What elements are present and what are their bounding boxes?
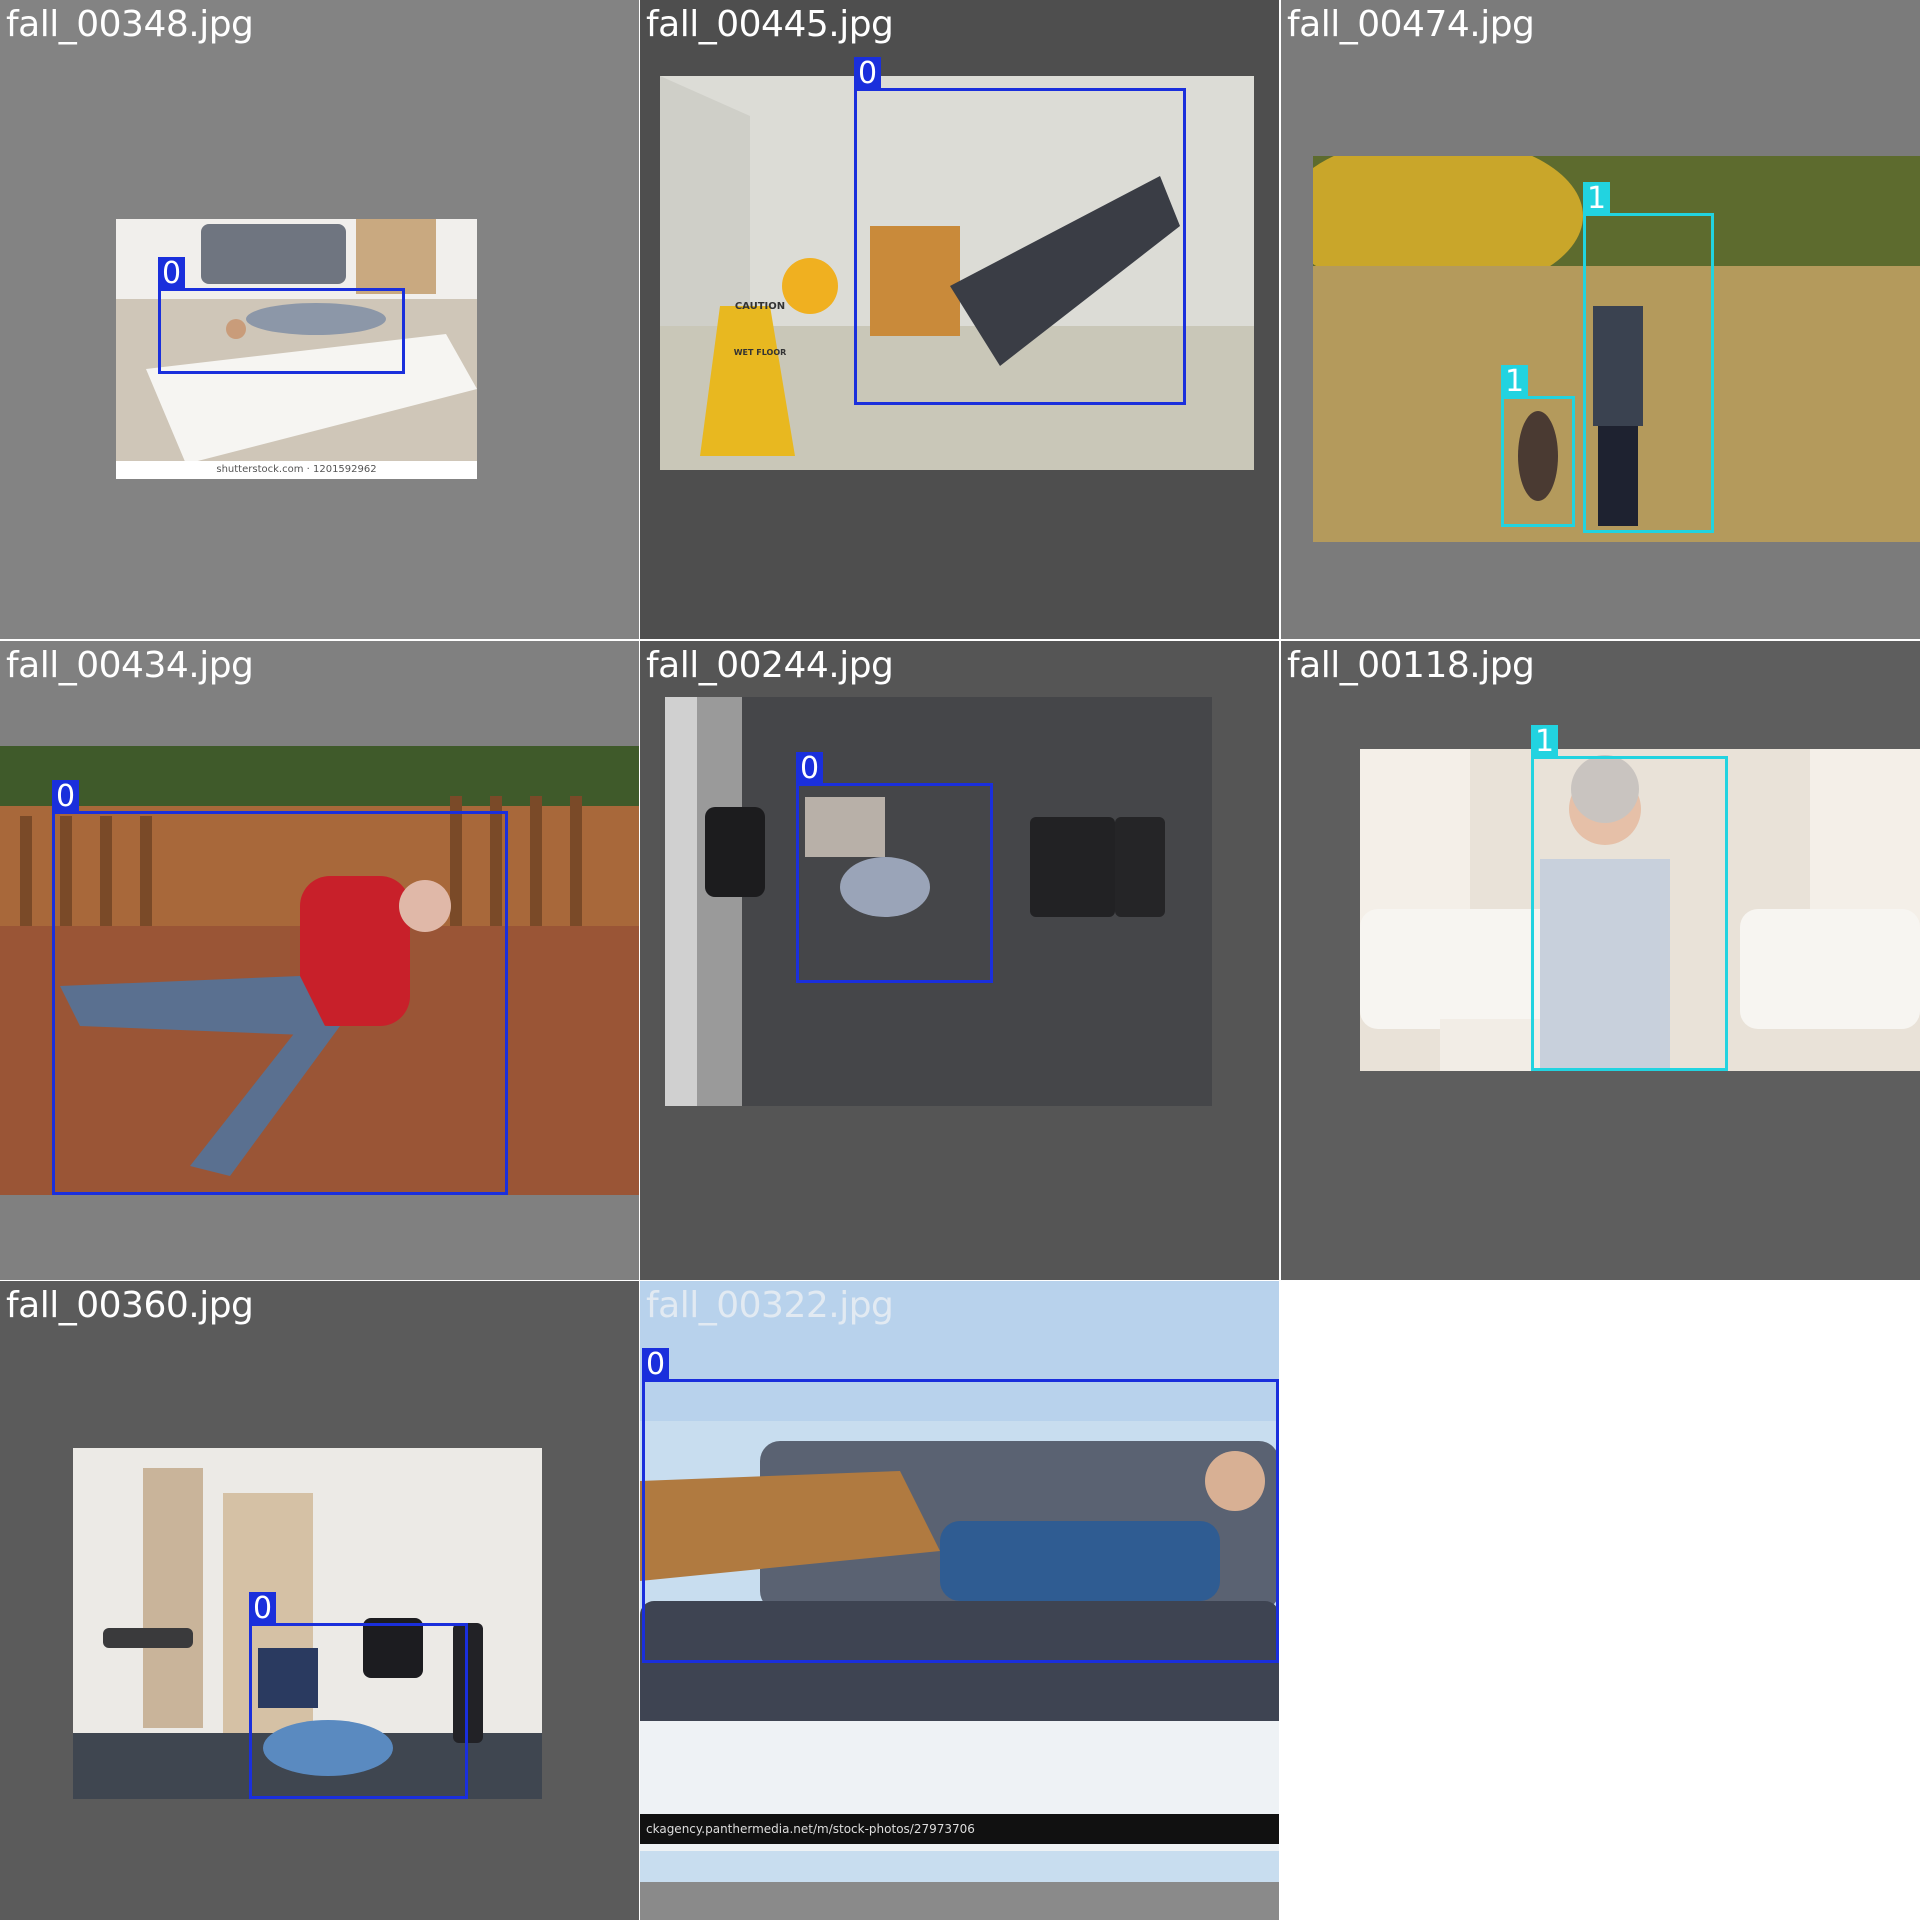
detection-box: 0 (158, 257, 405, 374)
mosaic-tile: shutterstock.com · 1201592962 0 fall_003… (0, 0, 639, 639)
mosaic-tile: 1 1 fall_00474.jpg (1281, 0, 1920, 639)
detection-box: 0 (642, 1348, 1279, 1663)
detection-box: 0 (854, 57, 1186, 405)
photo-caption: shutterstock.com · 1201592962 (116, 461, 477, 479)
empty-tile (1281, 1281, 1920, 1920)
detection-class-label: 0 (52, 780, 80, 814)
detection-class-label: 0 (796, 752, 824, 786)
detection-box: 1 (1583, 182, 1714, 533)
detection-class-label: 0 (249, 1592, 277, 1626)
detection-box: 1 (1531, 725, 1728, 1071)
wet-floor-sign-text: CAUTION WET FLOOR (733, 301, 787, 357)
tile-filename: fall_00474.jpg (1287, 4, 1535, 45)
detection-class-label: 0 (642, 1348, 670, 1382)
mosaic-tile: 1 fall_00118.jpg (1281, 641, 1920, 1280)
detection-class-label: 1 (1583, 182, 1611, 216)
mosaic-tile: CAUTION WET FLOOR 0 fall_00445.jpg (640, 0, 1279, 639)
mosaic-tile: 0 fall_00434.jpg (0, 641, 639, 1280)
tile-filename: fall_00445.jpg (646, 4, 894, 45)
tile-filename: fall_00348.jpg (6, 4, 254, 45)
detection-class-label: 1 (1531, 725, 1559, 759)
detection-box: 0 (796, 752, 993, 983)
mosaic-tile: 0 fall_00244.jpg (640, 641, 1279, 1280)
tile-filename: fall_00434.jpg (6, 645, 254, 686)
tile-filename: fall_00322.jpg (646, 1285, 894, 1326)
tile-filename: fall_00118.jpg (1287, 645, 1535, 686)
detection-box: 0 (249, 1592, 468, 1799)
mosaic-tile: 0 fall_00360.jpg (0, 1281, 639, 1920)
detection-class-label: 0 (158, 257, 186, 291)
detection-class-label: 1 (1501, 365, 1529, 399)
detection-box: 0 (52, 780, 508, 1195)
detection-class-label: 0 (854, 57, 882, 91)
tile-filename: fall_00244.jpg (646, 645, 894, 686)
mosaic-tile: ckagency.panthermedia.net/m/stock-photos… (640, 1281, 1279, 1920)
detection-box: 1 (1501, 365, 1575, 527)
tile-filename: fall_00360.jpg (6, 1285, 254, 1326)
photo-caption: ckagency.panthermedia.net/m/stock-photos… (640, 1814, 1279, 1844)
